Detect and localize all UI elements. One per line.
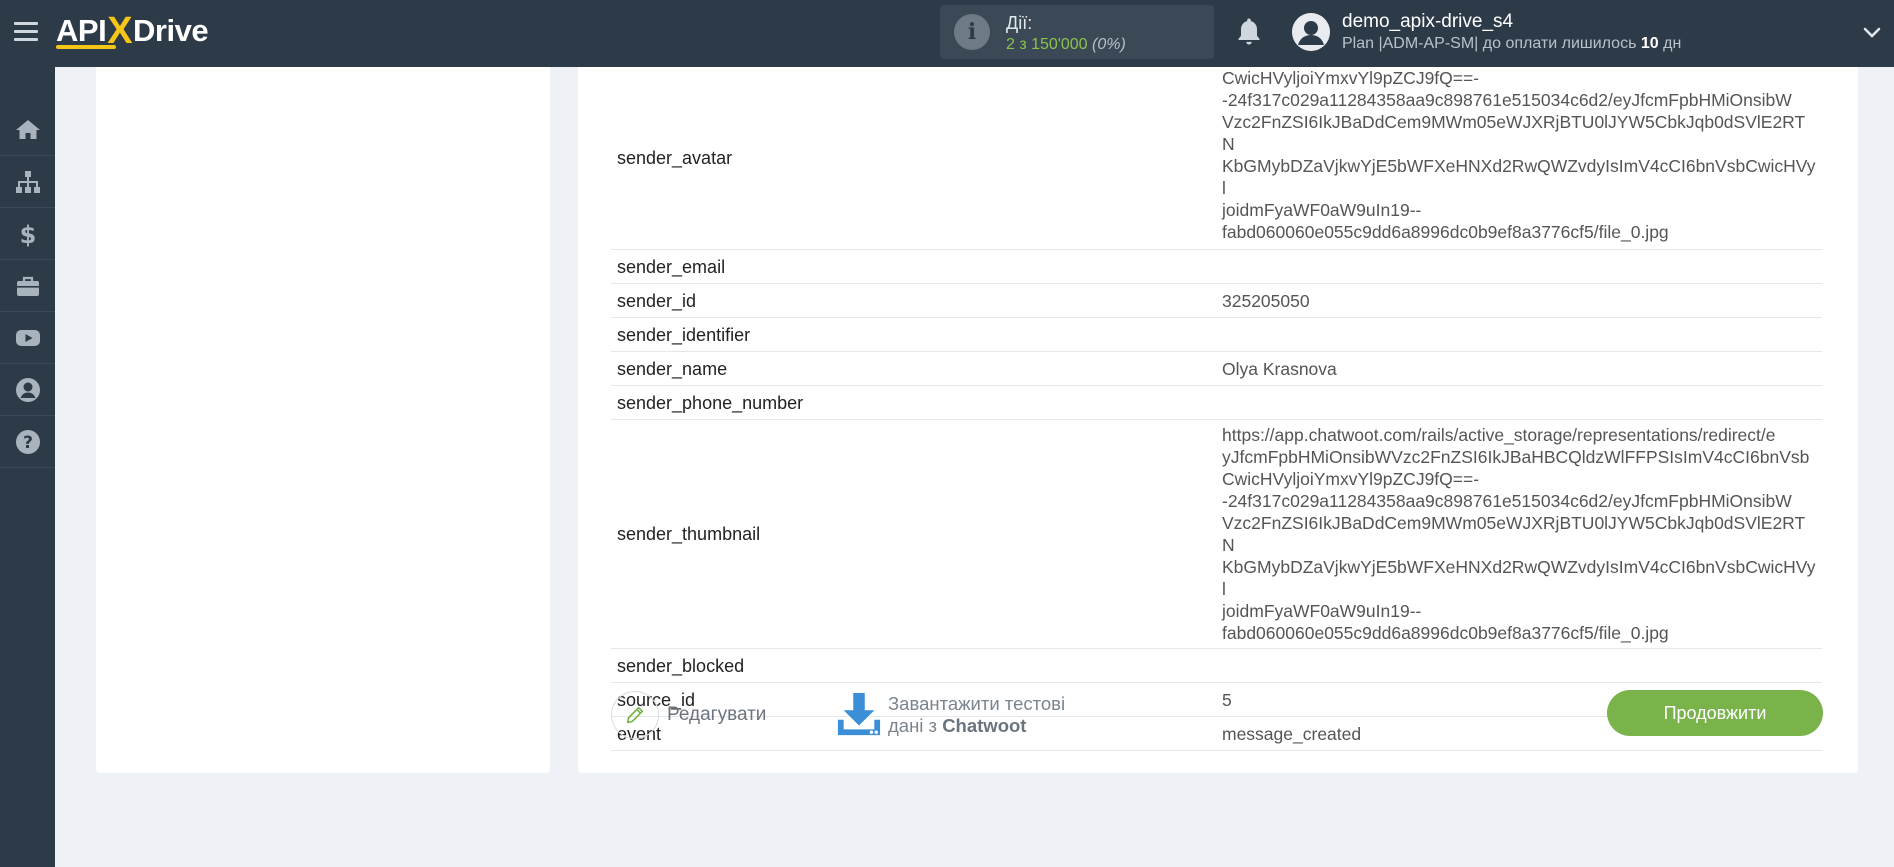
username[interactable]: demo_apix-drive_s4: [1342, 11, 1513, 33]
download-label-line1: Завантажити тестові: [888, 693, 1066, 714]
continue-button[interactable]: Продовжити: [1607, 690, 1823, 736]
field-value: [1216, 385, 1822, 420]
sidebar-item-connections[interactable]: [0, 156, 55, 208]
question-icon: ?: [15, 429, 40, 454]
download-test-data-button[interactable]: Завантажити тестові дані з Chatwoot: [836, 689, 1065, 741]
table-row: sender_identifier: [611, 317, 1822, 352]
sidebar-item-videos[interactable]: [0, 312, 55, 364]
field-name: sender_thumbnail: [611, 419, 1216, 649]
sidebar: $ ?: [0, 67, 55, 867]
field-name: sender_email: [611, 249, 1216, 284]
plan-suffix: дн: [1663, 35, 1682, 52]
actions-counter[interactable]: i Дії: 2 з 150'000 (0%): [940, 5, 1214, 59]
download-label: Завантажити тестові дані з Chatwoot: [888, 693, 1065, 737]
table-row: sender_avatar CwicHVyljoiYmxvYl9pZCJ9fQ=…: [611, 67, 1822, 250]
field-name: sender_avatar: [611, 67, 1216, 250]
sidebar-item-billing[interactable]: $: [0, 208, 55, 260]
sidebar-item-profile[interactable]: [0, 364, 55, 416]
table-row: sender_phone_number: [611, 385, 1822, 420]
svg-text:?: ?: [23, 433, 33, 453]
field-name: sender_phone_number: [611, 385, 1216, 420]
svg-text:$: $: [19, 221, 36, 248]
plan-info: Plan |ADM-AP-SM| до оплати лишилось 10 д…: [1342, 35, 1681, 53]
actions-count: 2 з 150'000 (0%): [1006, 36, 1126, 54]
field-value: Olya Krasnova: [1216, 351, 1822, 386]
field-value: [1216, 317, 1822, 352]
home-icon: [15, 119, 40, 139]
table-row: sender_thumbnail https://app.chatwoot.co…: [611, 419, 1822, 649]
field-name: sender_blocked: [611, 648, 1216, 683]
edit-button[interactable]: Редагувати: [611, 691, 766, 739]
edit-label: Редагувати: [667, 704, 767, 725]
logo-underline: [56, 45, 116, 49]
field-value: https://app.chatwoot.com/rails/active_st…: [1216, 419, 1822, 649]
top-bar: API X Drive i Дії: 2 з 150'000 (0%) demo_a…: [0, 0, 1894, 67]
left-panel: [96, 67, 550, 773]
field-name: sender_id: [611, 283, 1216, 318]
logo-text-api: API: [56, 13, 107, 48]
table-row: sender_name Olya Krasnova: [611, 351, 1822, 386]
edit-icon-circle: [611, 691, 659, 739]
user-avatar-icon: [1292, 13, 1330, 51]
field-value: 325205050: [1216, 283, 1822, 318]
download-icon: [837, 692, 881, 736]
bell-icon[interactable]: [1234, 16, 1264, 48]
pencil-icon: [626, 706, 644, 724]
field-value: CwicHVyljoiYmxvYl9pZCJ9fQ==- -24f317c029…: [1216, 67, 1822, 250]
hamburger-menu-icon[interactable]: [14, 22, 38, 42]
field-name: sender_name: [611, 351, 1216, 386]
chevron-down-icon[interactable]: [1862, 22, 1882, 42]
table-row: sender_id 325205050: [611, 283, 1822, 318]
briefcase-icon: [16, 276, 39, 296]
youtube-icon: [15, 329, 40, 346]
sidebar-item-services[interactable]: [0, 260, 55, 312]
field-name: sender_identifier: [611, 317, 1216, 352]
actions-count-value: 2 з 150'000: [1006, 36, 1088, 53]
download-label-prefix: дані з: [888, 715, 938, 736]
actions-percent: (0%): [1092, 36, 1126, 53]
plan-prefix: Plan |ADM-AP-SM| до оплати лишилось: [1342, 35, 1637, 52]
sitemap-icon: [15, 170, 40, 193]
actions-title: Дії:: [1006, 13, 1033, 33]
table-row: sender_email: [611, 249, 1822, 284]
avatar[interactable]: [1292, 13, 1330, 51]
sidebar-item-help[interactable]: ?: [0, 416, 55, 468]
plan-days: 10: [1640, 35, 1659, 52]
download-label-line2: дані з Chatwoot: [888, 715, 1065, 737]
info-icon: i: [954, 14, 990, 50]
main-panel: sender_avatar CwicHVyljoiYmxvYl9pZCJ9fQ=…: [578, 67, 1858, 773]
field-value: [1216, 249, 1822, 284]
sidebar-item-home[interactable]: [0, 104, 55, 156]
logo-text-drive: Drive: [133, 13, 209, 48]
data-table: sender_avatar CwicHVyljoiYmxvYl9pZCJ9fQ=…: [611, 67, 1822, 751]
download-source: Chatwoot: [942, 715, 1027, 736]
user-icon: [15, 377, 40, 402]
field-value: [1216, 648, 1822, 683]
table-row: sender_blocked: [611, 648, 1822, 683]
dollar-icon: $: [19, 221, 36, 248]
